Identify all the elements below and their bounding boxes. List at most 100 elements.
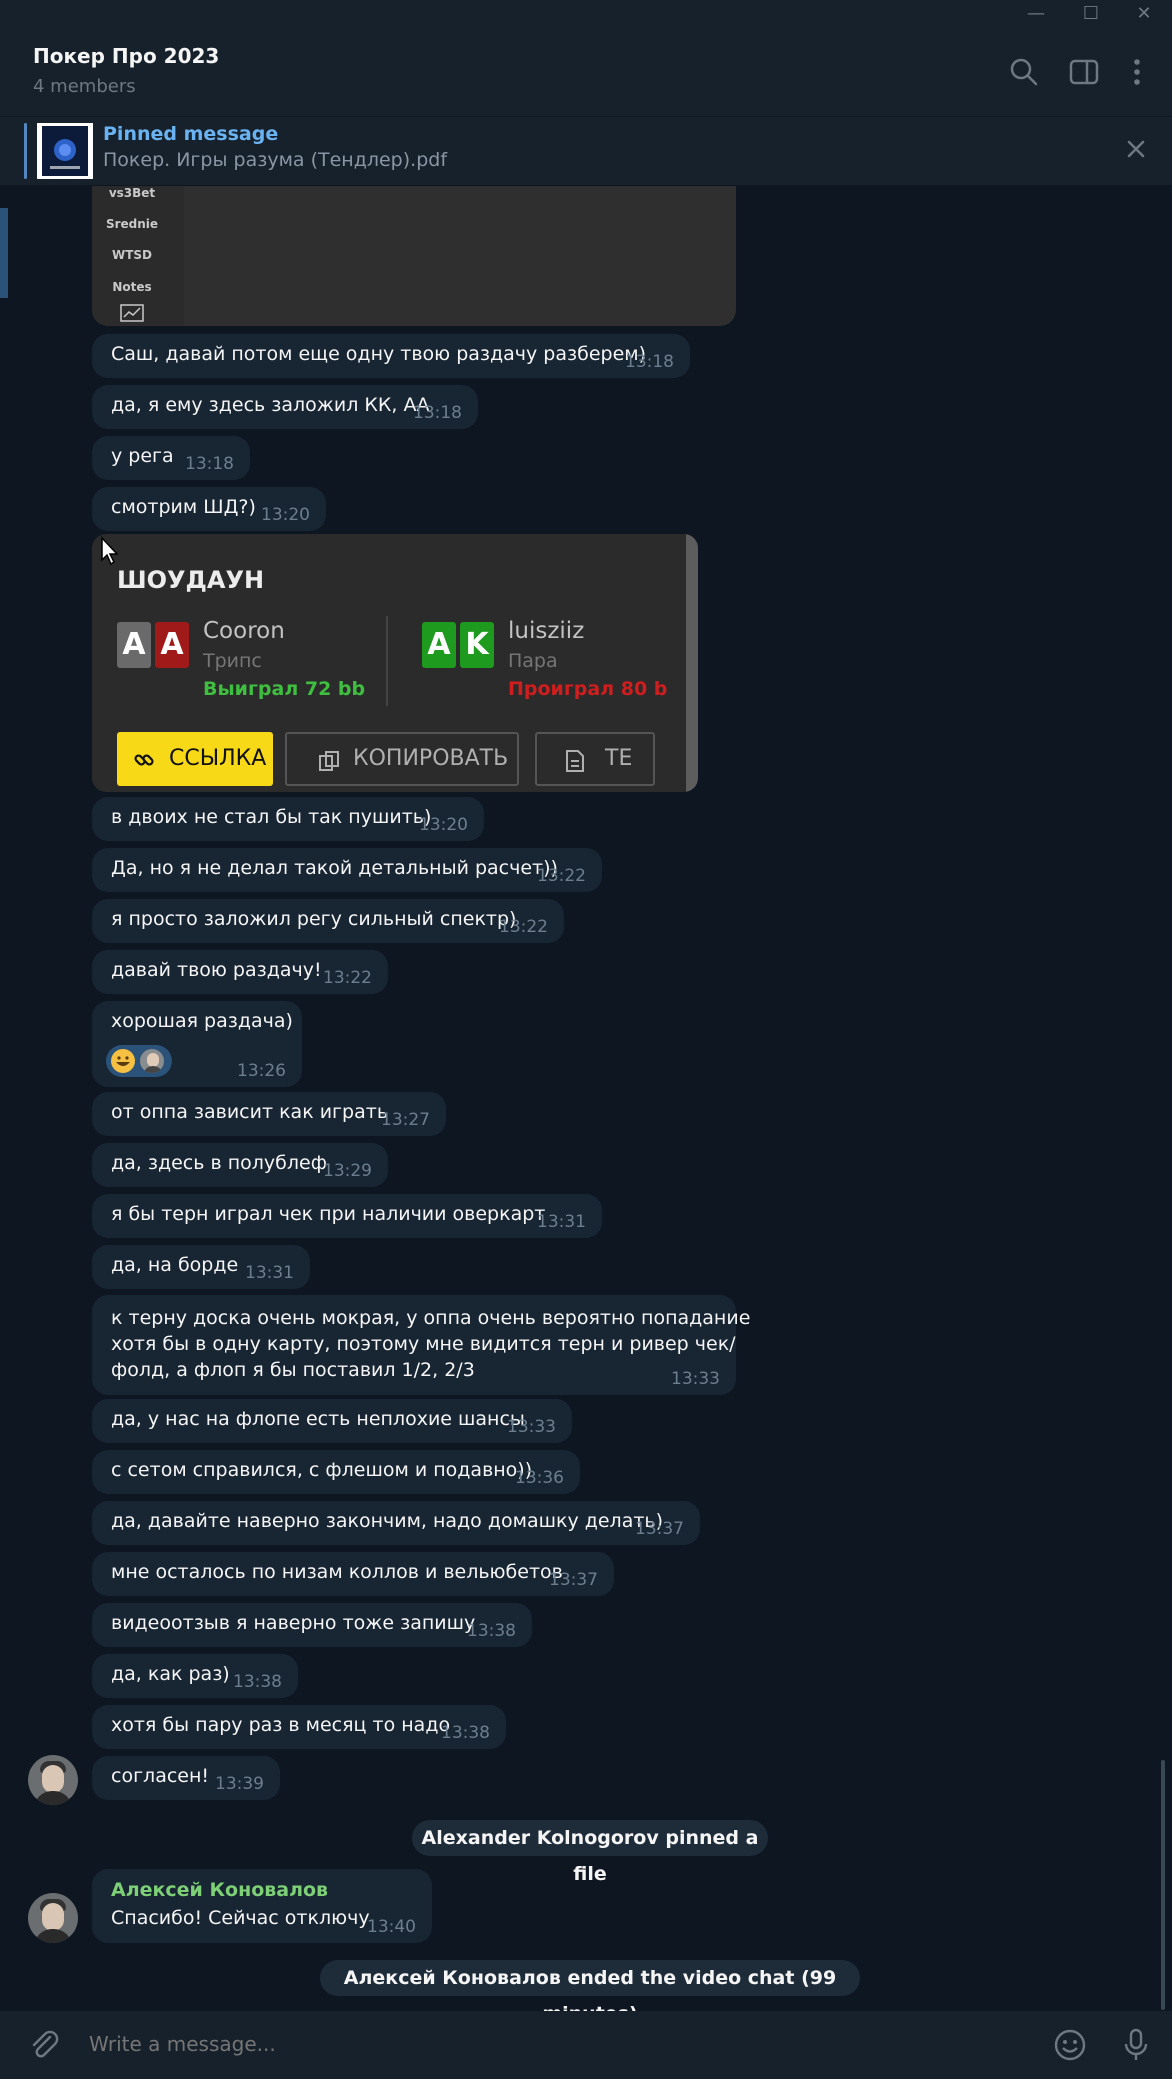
chart-icon <box>120 304 144 322</box>
message-bubble[interactable]: согласен! 13:39 <box>92 1756 280 1800</box>
message-bubble[interactable]: хотя бы пару раз в месяц то надо 13:38 <box>92 1705 506 1749</box>
message-text: я бы терн играл чек при наличии оверкарт <box>111 1203 546 1225</box>
message-text: да, здесь в полублеф <box>111 1152 327 1174</box>
message-text: давай твою раздачу! <box>111 959 322 981</box>
message-text: да, как раз) <box>111 1663 230 1685</box>
message-line: фолд, а флоп я бы поставил 1/2, 2/3 <box>111 1359 475 1381</box>
message-text: Саш, давай потом еще одну твою раздачу р… <box>111 343 647 365</box>
message-bubble[interactable]: я бы терн играл чек при наличии оверкарт… <box>92 1194 602 1238</box>
attach-icon[interactable] <box>26 2027 62 2063</box>
image-message-showdown[interactable]: ШОУДАУН A A Cooron Трипс Выиграл 72 bb A… <box>92 534 698 792</box>
close-pinned-icon[interactable] <box>1120 133 1152 165</box>
reaction-chip[interactable] <box>106 1045 172 1077</box>
pinned-indicator <box>24 123 27 179</box>
message-time: 13:33 <box>671 1369 720 1389</box>
message-bubble[interactable]: я просто заложил регу сильный спектр) 13… <box>92 899 564 943</box>
message-bubble-long[interactable]: к терну доска очень мокрая, у оппа очень… <box>92 1295 750 1395</box>
message-bubble[interactable]: Саш, давай потом еще одну твою раздачу р… <box>92 334 690 378</box>
emoji-icon[interactable] <box>1052 2027 1088 2063</box>
minimize-button[interactable]: — <box>1016 0 1056 30</box>
pinned-message-bar[interactable]: Pinned message Покер. Игры разума (Тендл… <box>0 116 1172 185</box>
link-button[interactable]: ССЫЛКА <box>117 732 273 786</box>
message-time: 13:36 <box>515 1468 564 1488</box>
text-button[interactable]: ТЕ <box>535 732 655 786</box>
sender-name[interactable]: Алексей Коновалов <box>111 1879 328 1901</box>
sender-avatar[interactable] <box>28 1893 78 1943</box>
chat-title[interactable]: Покер Про 2023 <box>33 44 219 68</box>
microphone-icon[interactable] <box>1118 2027 1154 2063</box>
members-count[interactable]: 4 members <box>33 76 136 97</box>
message-text: видеоотзыв я наверно тоже запишу <box>111 1612 476 1634</box>
message-text: да, давайте наверно закончим, надо домаш… <box>111 1510 664 1532</box>
document-icon <box>566 750 584 772</box>
image-edge <box>686 534 698 792</box>
message-time: 13:38 <box>441 1723 490 1743</box>
message-time: 13:20 <box>261 505 310 525</box>
message-line: хотя бы в одну карту, поэтому мне видитс… <box>111 1333 736 1355</box>
message-bubble[interactable]: смотрим ШД?) 13:20 <box>92 487 326 531</box>
sidebar-toggle-icon[interactable] <box>1066 54 1102 90</box>
service-message-video-ended: Алексей Коновалов ended the video chat (… <box>320 1960 860 2025</box>
message-input[interactable] <box>87 2025 991 2063</box>
message-time: 13:39 <box>215 1774 264 1794</box>
message-bubble[interactable]: да, у нас на флопе есть неплохие шансы 1… <box>92 1399 572 1443</box>
link-icon <box>134 754 154 766</box>
message-bubble[interactable]: да, давайте наверно закончим, надо домаш… <box>92 1501 700 1545</box>
card-p1-1: A <box>117 622 151 668</box>
player1-hand: Трипс <box>203 650 262 672</box>
message-bubble[interactable]: Да, но я не делал такой детальный расчет… <box>92 848 602 892</box>
message-text: в двоих не стал бы так пушить) <box>111 806 432 828</box>
more-options-icon[interactable] <box>1119 54 1155 90</box>
message-time: 13:22 <box>323 968 372 988</box>
link-button-label: ССЫЛКА <box>169 746 267 771</box>
player2-result: Проиграл 80 bb <box>508 678 668 700</box>
player1-name: Cooron <box>203 618 285 644</box>
message-composer <box>0 2011 1172 2079</box>
message-bubble[interactable]: да, здесь в полублеф 13:29 <box>92 1143 388 1187</box>
maximize-button[interactable]: ☐ <box>1071 0 1111 30</box>
message-time: 13:22 <box>499 917 548 937</box>
close-window-button[interactable]: ✕ <box>1124 0 1164 30</box>
text-button-label: ТЕ <box>605 746 633 771</box>
message-text: да, я ему здесь заложил КК, АА <box>111 394 430 416</box>
message-bubble[interactable]: видеоотзыв я наверно тоже запишу 13:38 <box>92 1603 532 1647</box>
image-message-stats[interactable]: vs3Bet Srednie WTSD Notes <box>92 186 736 326</box>
player1-result: Выиграл 72 bb <box>203 678 366 700</box>
message-bubble[interactable]: с сетом справился, с флешом и подавно)) … <box>92 1450 580 1494</box>
copy-button-label: КОПИРОВАТЬ <box>353 746 509 771</box>
message-time: 13:31 <box>537 1212 586 1232</box>
message-bubble[interactable]: от оппа зависит как играть 13:27 <box>92 1092 446 1136</box>
message-bubble[interactable]: да, я ему здесь заложил КК, АА 13:18 <box>92 385 478 429</box>
message-time: 13:31 <box>245 1263 294 1283</box>
message-time: 13:37 <box>549 1570 598 1590</box>
message-bubble[interactable]: в двоих не стал бы так пушить) 13:20 <box>92 797 484 841</box>
player2-hand: Пара <box>508 650 558 672</box>
copy-button[interactable]: КОПИРОВАТЬ <box>285 732 519 786</box>
message-time: 13:18 <box>185 454 234 474</box>
search-icon[interactable] <box>1006 54 1042 90</box>
message-time: 13:20 <box>419 815 468 835</box>
message-bubble[interactable]: да, на борде 13:31 <box>92 1245 310 1289</box>
copy-icon <box>319 751 339 771</box>
message-text: с сетом справился, с флешом и подавно)) <box>111 1459 533 1481</box>
scrollbar-thumb[interactable] <box>1161 1760 1165 2010</box>
message-bubble[interactable]: у рега 13:18 <box>92 436 250 480</box>
message-bubble[interactable]: давай твою раздачу! 13:22 <box>92 950 388 994</box>
message-time: 13:38 <box>467 1621 516 1641</box>
message-time: 13:29 <box>323 1161 372 1181</box>
chat-header: Покер Про 2023 4 members <box>0 30 1172 116</box>
message-time: 13:40 <box>367 1917 416 1937</box>
message-bubble[interactable]: мне осталось по низам коллов и вельюбето… <box>92 1552 614 1596</box>
card-p2-2: K <box>460 622 494 668</box>
sender-avatar[interactable] <box>28 1755 78 1805</box>
message-text: у рега <box>111 445 174 467</box>
message-bubble-with-reactions[interactable]: хорошая раздача) 13:26 <box>92 1001 302 1087</box>
window-titlebar: — ☐ ✕ <box>0 0 1172 30</box>
stats-label: WTSD <box>111 248 153 262</box>
showdown-title: ШОУДАУН <box>117 566 265 594</box>
message-bubble-with-sender[interactable]: Алексей Коновалов Спасибо! Сейчас отключ… <box>92 1869 432 1943</box>
stats-label: vs3Bet <box>108 186 156 200</box>
message-text: Спасибо! Сейчас отключу <box>111 1907 370 1929</box>
message-bubble[interactable]: да, как раз) 13:38 <box>92 1654 298 1698</box>
message-time: 13:22 <box>537 866 586 886</box>
